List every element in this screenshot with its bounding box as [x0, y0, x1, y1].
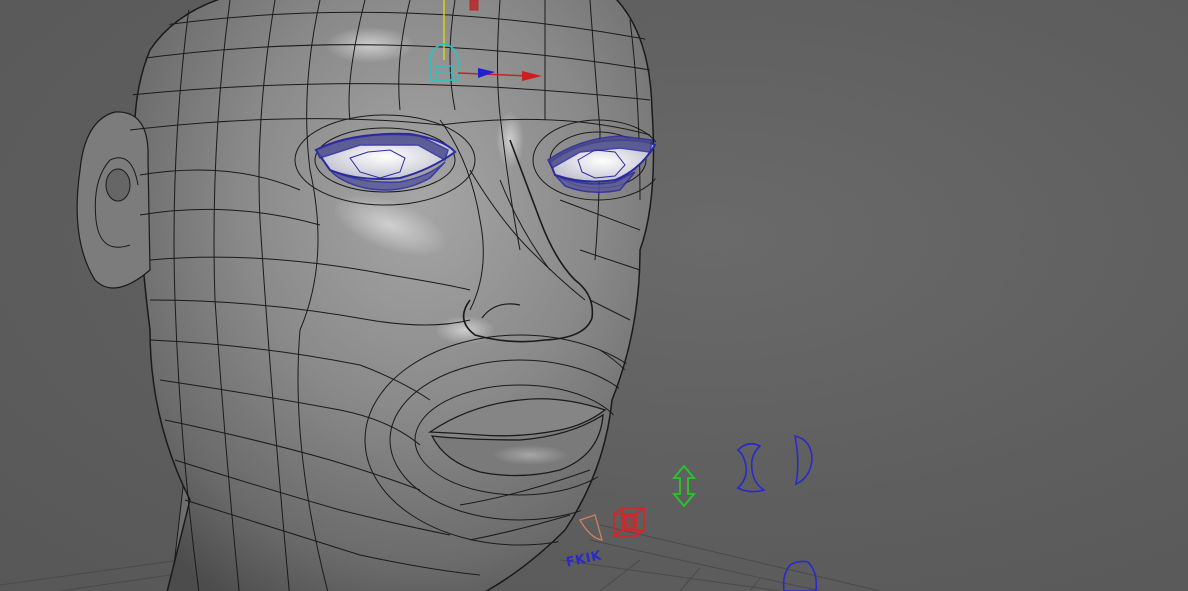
curved-rotate-icon[interactable]: [736, 434, 818, 591]
double-arrow-icon[interactable]: [672, 464, 696, 508]
3d-viewport[interactable]: FKIK: [0, 0, 1188, 591]
head-mesh[interactable]: [76, 0, 675, 591]
fkik-control-icon[interactable]: [579, 514, 603, 541]
scene[interactable]: [0, 0, 1188, 591]
